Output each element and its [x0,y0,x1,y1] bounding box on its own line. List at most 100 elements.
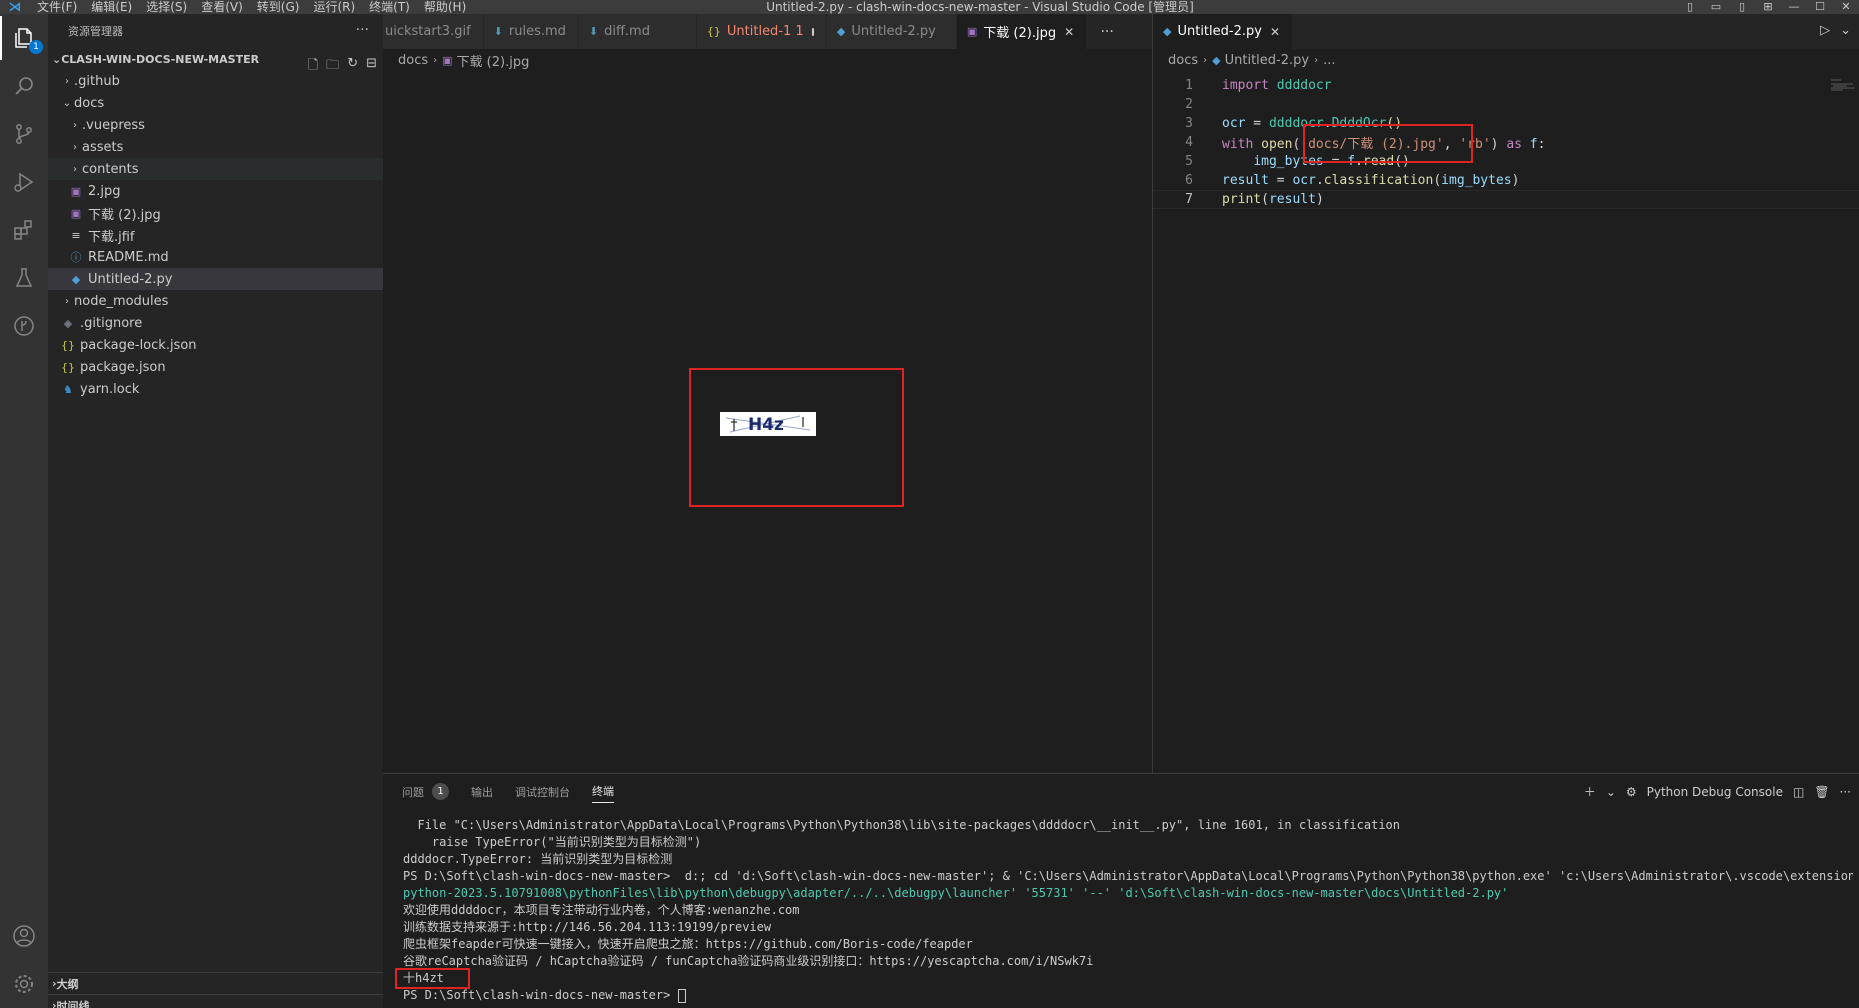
chevron-right-icon: › [73,119,77,131]
tab-debug-console[interactable]: 调试控制台 [515,774,570,809]
line-number: 7 [1185,192,1193,207]
tab-label: Untitled-2.py [851,24,936,39]
tree-item-label: .vuepress [82,117,145,133]
breadcrumb-file[interactable]: Untitled-2.py [1225,53,1309,68]
git-graph-icon[interactable] [0,304,48,348]
tab-diff-md[interactable]: ⬇ diff.md [578,14,697,49]
tree-item[interactable]: {} package-lock.json [48,334,383,356]
tab-label: rules.md [508,24,566,39]
split-terminal-icon[interactable]: ◫ [1793,785,1804,799]
breadcrumb-symbol[interactable]: ... [1323,53,1335,68]
tab-label: 下载 (2).jpg [983,26,1057,41]
timeline-section[interactable]: › 时间线 [48,994,383,1008]
terminal-name[interactable]: Python Debug Console [1647,785,1783,799]
prompt-text: PS D:\Soft\clash-win-docs-new-master> [403,988,678,1002]
new-file-icon[interactable]: 🗋 [308,56,318,78]
tree-item[interactable]: ⌄ docs [48,92,383,114]
more-actions-icon[interactable]: ··· [356,22,369,38]
info-icon: ⓘ [70,251,82,264]
terminal-line: 欢迎使用ddddocr，本项目专注带动行业内卷，个人博客:wenanzhe.co… [403,903,800,917]
accounts-icon[interactable] [0,914,48,958]
image-file-icon: ▣ [70,206,82,220]
close-tab-icon[interactable]: ✕ [1064,25,1074,39]
tab-label: 问题 [402,785,424,799]
menu-terminal[interactable]: 终端(T) [362,0,417,14]
refresh-icon[interactable]: ↻ [347,56,358,78]
minimize-button[interactable]: — [1781,0,1807,14]
more-tabs-icon[interactable]: ··· [1087,14,1128,49]
close-tab-icon[interactable]: ✕ [1270,25,1280,39]
tab-download-2-jpg[interactable]: ▣ 下载 (2).jpg ✕ [956,14,1088,49]
tree-item[interactable]: › contents [48,158,383,180]
tab-untitled-2-py-active[interactable]: ◆ Untitled-2.py ✕ [1153,14,1293,49]
chevron-down-icon[interactable]: ⌄ [1606,785,1616,799]
customize-layout-icon[interactable]: ⊞ [1755,0,1781,14]
more-actions-icon[interactable]: ··· [1840,785,1851,799]
tab-untitled-2-py[interactable]: ◆ Untitled-2.py [826,14,957,49]
new-folder-icon[interactable]: 🗀 [326,56,339,78]
tab-rules-md[interactable]: ⬇ rules.md [483,14,579,49]
tree-item[interactable]: {} package.json [48,356,383,378]
explorer-badge: 1 [29,40,43,54]
line-number: 6 [1185,173,1193,188]
tab-output[interactable]: 输出 [471,774,493,809]
toggle-sidebar-icon[interactable]: ▯ [1677,0,1703,14]
search-icon[interactable] [0,64,48,108]
menu-selection[interactable]: 选择(S) [139,0,194,14]
json-icon: {} [61,338,75,352]
toggle-secondary-sidebar-icon[interactable]: ▯ [1729,0,1755,14]
terminal-prompt-line[interactable]: PS D:\Soft\clash-win-docs-new-master> [403,987,1853,1004]
tree-item[interactable]: › .vuepress [48,114,383,136]
breadcrumb-docs[interactable]: docs [1168,53,1198,68]
outline-section[interactable]: › 大纲 [48,972,383,994]
menu-edit[interactable]: 编辑(E) [84,0,139,14]
breadcrumb-docs[interactable]: docs [398,53,428,68]
code-editor[interactable]: 1 import ddddocr 2 3 ocr = ddddocr.DdddO… [1153,76,1859,209]
close-window-button[interactable]: ✕ [1833,0,1859,14]
chevron-right-icon: › [1314,54,1319,66]
settings-gear-icon[interactable] [0,962,48,1006]
tree-item[interactable]: ◆ Untitled-2.py [48,268,383,290]
chevron-right-icon: › [65,75,69,87]
tree-item[interactable]: ⓘ README.md [48,246,383,268]
terminal-output[interactable]: File "C:\Users\Administrator\AppData\Loc… [403,817,1853,1004]
tab-untitled-1[interactable]: {} Untitled-1 1 [696,14,827,49]
chevron-down-icon[interactable]: ⌄ [1840,23,1851,38]
tree-item[interactable]: ≡ 下载.jfif [48,224,383,246]
trash-icon[interactable]: 🗑 [1814,785,1829,799]
testing-icon[interactable] [0,256,48,300]
tree-item[interactable]: ◆ .gitignore [48,312,383,334]
new-terminal-icon[interactable]: ＋ [1584,783,1596,800]
menu-view[interactable]: 查看(V) [194,0,250,14]
tab-terminal[interactable]: 终端 [592,781,614,803]
tab-problems[interactable]: 问题 1 [402,774,449,809]
tree-item-label: package-lock.json [80,337,197,353]
run-python-icon[interactable]: ▷ [1820,23,1830,38]
line-number: 1 [1185,78,1193,93]
minimap[interactable] [1829,76,1859,116]
code-line: 1 import ddddocr [1153,76,1859,95]
extensions-icon[interactable] [0,208,48,252]
tree-item[interactable]: ▣ 2.jpg [48,180,383,202]
menu-run[interactable]: 运行(R) [306,0,362,14]
tab-quickstart-gif[interactable]: uickstart3.gif [383,14,484,49]
menu-go[interactable]: 转到(G) [250,0,307,14]
tree-item[interactable]: ♞ yarn.lock [48,378,383,400]
tree-item[interactable]: ▣ 下载 (2).jpg [48,202,383,224]
menu-help[interactable]: 帮助(H) [417,0,473,14]
run-debug-icon[interactable] [0,160,48,204]
maximize-button[interactable]: ☐ [1807,0,1833,14]
tree-item[interactable]: › node_modules [48,290,383,312]
line-number: 2 [1185,97,1193,112]
tree-item[interactable]: › assets [48,136,383,158]
menu-file[interactable]: 文件(F) [30,0,84,14]
collapse-all-icon[interactable]: ⊟ [366,56,377,78]
tree-item-label: docs [74,95,105,111]
toggle-panel-icon[interactable]: ▭ [1703,0,1729,14]
json-icon: {} [61,360,75,374]
tab-label: uickstart3.gif [385,24,471,39]
file-icon: ≡ [71,228,81,242]
source-control-icon[interactable] [0,112,48,156]
breadcrumb-file[interactable]: 下载 (2).jpg [457,51,530,70]
explorer-icon[interactable]: 1 [0,16,48,60]
